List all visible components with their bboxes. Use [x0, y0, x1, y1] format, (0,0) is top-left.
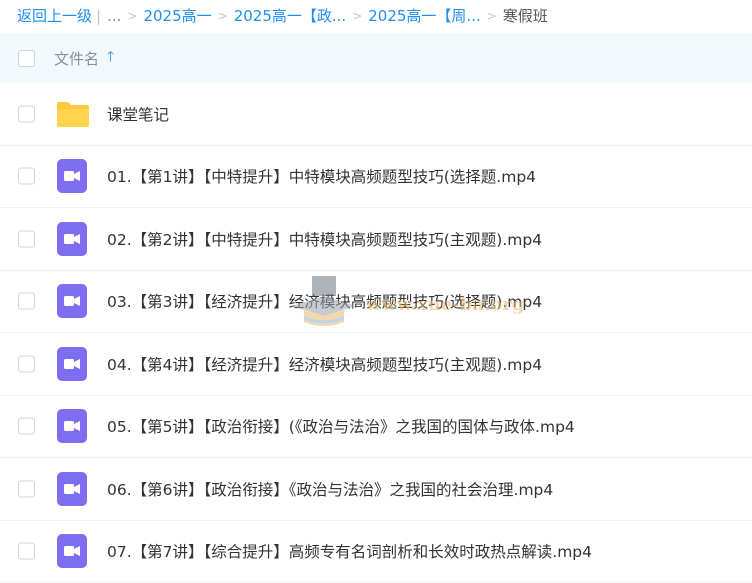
breadcrumb-divider: |: [96, 7, 101, 25]
file-name: 03.【第3讲】【经济提升】经济模块高频题型技巧(选择题).mp4: [107, 290, 542, 312]
chevron-right-icon: >: [352, 9, 362, 23]
breadcrumb-current: 寒假班: [503, 5, 548, 26]
row-checkbox[interactable]: [18, 230, 35, 247]
row-checkbox[interactable]: [18, 293, 35, 310]
file-name: 06.【第6讲】【政治衔接】《政治与法治》之我国的社会治理.mp4: [107, 478, 553, 500]
list-item[interactable]: 04.【第4讲】【经济提升】经济模块高频题型技巧(主观题).mp4: [0, 333, 752, 396]
filename-column-label: 文件名: [54, 48, 99, 69]
list-item[interactable]: 07.【第7讲】【综合提升】高频专有名词剖析和长效时政热点解读.mp4: [0, 521, 752, 583]
back-link[interactable]: 返回上一级: [17, 5, 92, 26]
video-icon: [57, 472, 87, 506]
arrow-up-icon[interactable]: 🡑: [107, 46, 114, 70]
file-name: 05.【第5讲】【政治衔接】(《政治与法治》之我国的国体与政体.mp4: [107, 415, 575, 437]
file-list-header: 文件名 🡑: [0, 33, 752, 83]
file-name: 01.【第1讲】【中特提升】中特模块高频题型技巧(选择题.mp4: [107, 165, 536, 187]
breadcrumb-item[interactable]: 2025高一【政...: [234, 5, 346, 26]
list-item[interactable]: 03.【第3讲】【经济提升】经济模块高频题型技巧(选择题).mp4: [0, 271, 752, 334]
list-item[interactable]: 02.【第2讲】【中特提升】中特模块高频题型技巧(主观题).mp4: [0, 208, 752, 271]
row-checkbox[interactable]: [18, 105, 35, 122]
row-checkbox[interactable]: [18, 543, 35, 560]
list-item[interactable]: 01.【第1讲】【中特提升】中特模块高频题型技巧(选择题.mp4: [0, 146, 752, 209]
file-name: 07.【第7讲】【综合提升】高频专有名词剖析和长效时政热点解读.mp4: [107, 540, 592, 562]
file-list: 课堂笔记 01.【第1讲】【中特提升】中特模块高频题型技巧(选择题.mp4 02…: [0, 83, 752, 583]
row-checkbox[interactable]: [18, 418, 35, 435]
chevron-right-icon: >: [487, 9, 497, 23]
video-icon: [57, 222, 87, 256]
row-checkbox[interactable]: [18, 480, 35, 497]
chevron-right-icon: >: [218, 9, 228, 23]
file-name: 课堂笔记: [107, 103, 169, 125]
list-item[interactable]: 05.【第5讲】【政治衔接】(《政治与法治》之我国的国体与政体.mp4: [0, 396, 752, 459]
video-icon: [57, 534, 87, 568]
select-all-checkbox[interactable]: [18, 50, 35, 67]
video-icon: [57, 159, 87, 193]
video-icon: [57, 284, 87, 318]
folder-icon: [55, 100, 91, 128]
list-item[interactable]: 课堂笔记: [0, 83, 752, 146]
breadcrumb-item[interactable]: 2025高一: [143, 5, 211, 26]
file-name: 02.【第2讲】【中特提升】中特模块高频题型技巧(主观题).mp4: [107, 228, 542, 250]
breadcrumb-ellipsis[interactable]: ...: [107, 7, 121, 25]
video-icon: [57, 347, 87, 381]
chevron-right-icon: >: [127, 9, 137, 23]
breadcrumb-item[interactable]: 2025高一【周...: [368, 5, 480, 26]
file-name: 04.【第4讲】【经济提升】经济模块高频题型技巧(主观题).mp4: [107, 353, 542, 375]
row-checkbox[interactable]: [18, 168, 35, 185]
filename-column-header[interactable]: 文件名 🡑: [54, 46, 114, 70]
row-checkbox[interactable]: [18, 355, 35, 372]
breadcrumb: 返回上一级 | ... > 2025高一 > 2025高一【政... > 202…: [0, 0, 752, 31]
video-icon: [57, 409, 87, 443]
list-item[interactable]: 06.【第6讲】【政治衔接】《政治与法治》之我国的社会治理.mp4: [0, 458, 752, 521]
